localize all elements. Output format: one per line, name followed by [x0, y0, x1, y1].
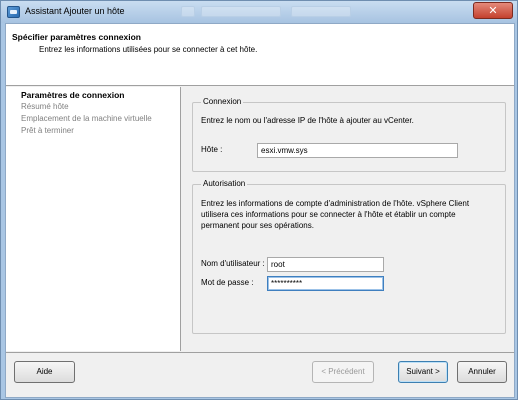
background-window-tab [201, 6, 281, 17]
title-bar[interactable]: Assistant Ajouter un hôte ✕ [1, 1, 517, 23]
help-button[interactable]: Aide [14, 361, 75, 383]
connection-group: Connexion Entrez le nom ou l'adresse IP … [192, 97, 506, 172]
step-vm-location: Emplacement de la machine virtuelle [21, 114, 152, 123]
connection-instructions: Entrez le nom ou l'adresse IP de l'hôte … [201, 116, 414, 125]
cancel-button[interactable]: Annuler [457, 361, 507, 383]
next-button[interactable]: Suivant > [398, 361, 448, 383]
host-input[interactable]: esxi.vmw.sys [257, 143, 458, 158]
host-label: Hôte : [201, 145, 223, 154]
wizard-steps-pane: Paramètres de connexion Résumé hôte Empl… [6, 87, 181, 351]
username-input[interactable]: root [267, 257, 384, 272]
page-description: Entrez les informations utilisées pour s… [39, 45, 258, 54]
wizard-body: Spécifier paramètres connexion Entrez le… [5, 23, 515, 398]
step-connection-settings[interactable]: Paramètres de connexion [21, 90, 124, 100]
authorization-group-legend: Autorisation [201, 179, 248, 188]
background-window-icon [181, 6, 195, 17]
window-title: Assistant Ajouter un hôte [25, 6, 125, 16]
password-label: Mot de passe : [201, 278, 254, 287]
authorization-instructions: Entrez les informations de compte d'admi… [201, 199, 470, 230]
page-title: Spécifier paramètres connexion [12, 32, 141, 42]
vsphere-wizard-icon [7, 6, 20, 18]
add-host-wizard-window: Assistant Ajouter un hôte ✕ Spécifier pa… [0, 0, 518, 400]
wizard-header: Spécifier paramètres connexion Entrez le… [6, 24, 514, 86]
connection-group-legend: Connexion [201, 97, 244, 106]
authorization-group: Autorisation Entrez les informations de … [192, 179, 506, 334]
password-input[interactable]: ********** [267, 276, 384, 291]
close-icon: ✕ [488, 4, 498, 17]
back-button[interactable]: < Précédent [312, 361, 374, 383]
step-ready-to-complete: Prêt à terminer [21, 126, 74, 135]
wizard-content-pane: Connexion Entrez le nom ou l'adresse IP … [182, 87, 514, 351]
step-host-summary: Résumé hôte [21, 102, 69, 111]
username-label: Nom d'utilisateur : [201, 259, 265, 268]
close-button[interactable]: ✕ [473, 2, 513, 19]
wizard-footer: Aide < Précédent Suivant > Annuler [6, 352, 514, 397]
background-window-tab [291, 6, 351, 17]
